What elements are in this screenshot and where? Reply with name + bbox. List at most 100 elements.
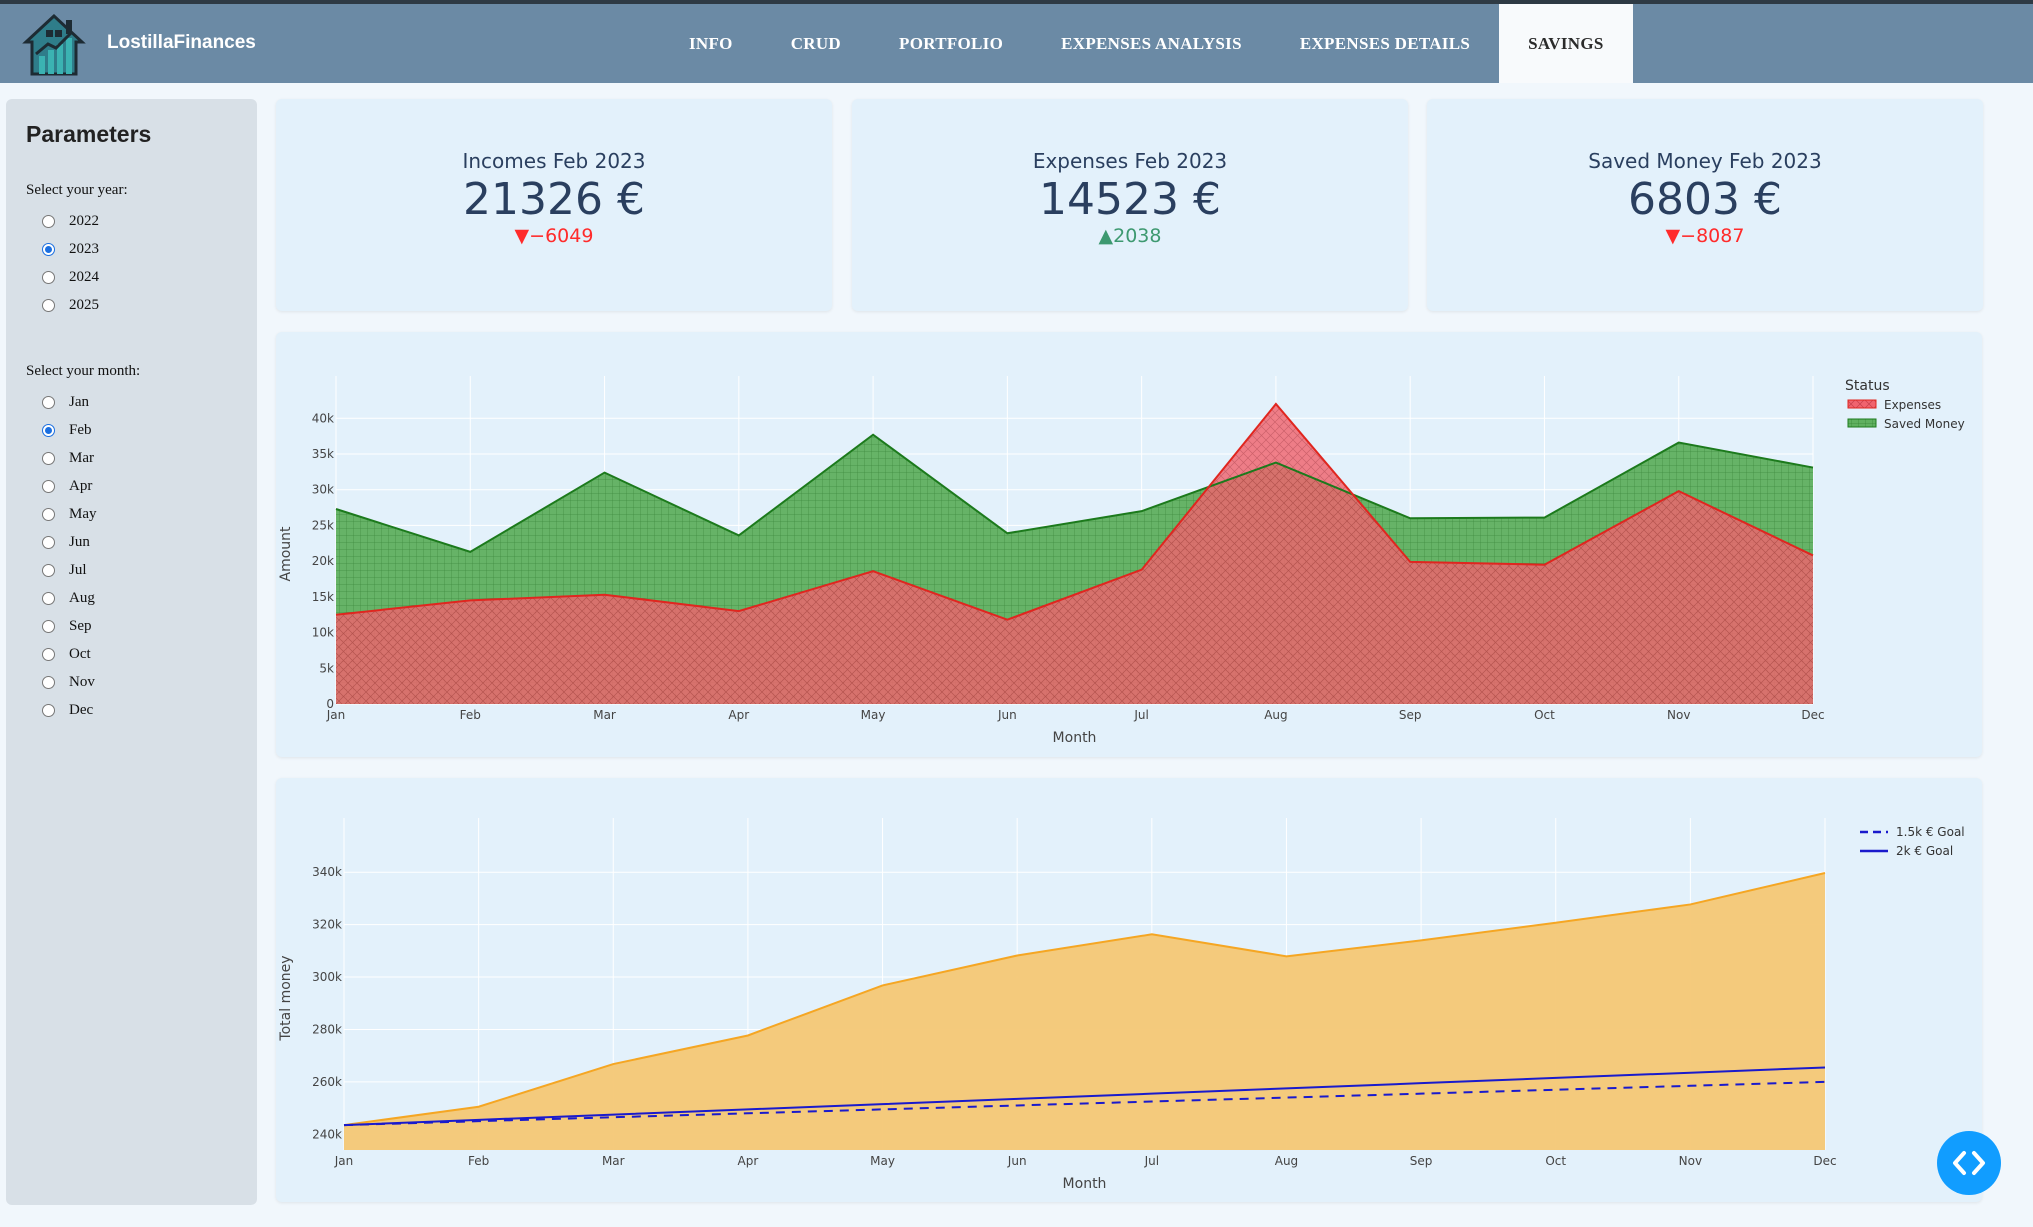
expenses-savings-area-chart[interactable]: 05k10k15k20k25k30k35k40kJan Feb Mar Apr May J… [276,332,1982,757]
month-option-jun[interactable]: Jun [26,528,237,556]
radio-label: May [69,505,97,522]
month-option-dec[interactable]: Dec [26,696,237,724]
radio-label: Mar [69,449,94,466]
y-tick-label: 260k [312,1075,342,1089]
tab-crud[interactable]: CRUD [762,4,870,83]
expenses-savings-chart-card: 0 5k 10k 15k 20k 25k 30k 35k 40k Jan Feb Mar Apr May J… [276,332,1982,757]
year-option-2024[interactable]: 2024 [26,263,237,291]
month-option-jan[interactable]: Jan [26,388,237,416]
radio-button[interactable] [42,507,55,521]
x-tick-label: Oct [1545,1154,1566,1168]
radio-label: Nov [69,673,95,690]
x-tick-label: Feb [468,1154,489,1168]
month-option-mar[interactable]: Mar [26,444,237,472]
total-money-area [344,872,1825,1150]
tab-expenses-details[interactable]: EXPENSES DETAILS [1271,4,1499,83]
radio-button[interactable] [42,242,55,256]
x-tick-label: Jan [334,1154,354,1168]
legend-label-expenses: Expenses [1884,398,1941,412]
debug-toggle-button[interactable] [1937,1131,2001,1195]
legend-swatch-saved-money [1847,418,1877,428]
month-option-feb[interactable]: Feb [26,416,237,444]
kpi-value: 6803 € [1628,174,1782,225]
radio-button[interactable] [42,298,55,312]
x-tick-label: Oct [1534,708,1555,722]
radio-button[interactable] [42,270,55,284]
x-tick-label: Jun [997,708,1017,722]
radio-button[interactable] [42,619,55,633]
month-option-nov[interactable]: Nov [26,668,237,696]
x-axis-title: Month [1063,1176,1107,1192]
kpi-card-expenses: Expenses Feb 2023 14523 € ▲2038 [852,99,1408,311]
sidebar-title: Parameters [26,121,152,147]
year-radio-group: 2022 2023 2024 2025 [26,207,237,319]
y-tick-label: 280k [312,1022,342,1036]
x-tick-label: Dec [1801,708,1824,722]
radio-button[interactable] [42,563,55,577]
radio-label: Jun [69,533,90,550]
y-tick-label: 30k [312,483,334,497]
month-option-sep[interactable]: Sep [26,612,237,640]
y-tick-label: 35k [312,447,334,461]
legend-title: Status [1845,378,1890,394]
radio-label: 2025 [69,296,99,313]
kpi-card-saved-money: Saved Money Feb 2023 6803 € ▼−8087 [1427,99,1983,311]
radio-label: 2024 [69,268,99,285]
radio-label: Dec [69,701,94,718]
x-tick-label: Aug [1275,1154,1298,1168]
house-chart-icon[interactable] [22,12,86,78]
month-radio-group: Jan Feb Mar Apr May Jun Jul Aug Sep Oct Nov Dec [26,388,237,724]
radio-button[interactable] [42,535,55,549]
brand-name[interactable]: LostillaFinances [107,32,256,54]
month-option-may[interactable]: May [26,500,237,528]
x-tick-label: Aug [1264,708,1287,722]
month-option-aug[interactable]: Aug [26,584,237,612]
radio-button[interactable] [42,395,55,409]
radio-button[interactable] [42,451,55,465]
x-tick-label: Nov [1667,708,1690,722]
tab-portfolio[interactable]: PORTFOLIO [870,4,1032,83]
x-tick-label: Dec [1813,1154,1836,1168]
total-money-area-chart[interactable]: 240k 260k 280k 300k 320k 340k Jan Feb Mar Apr May J… [276,778,1982,1202]
month-option-apr[interactable]: Apr [26,472,237,500]
kpi-title: Incomes Feb 2023 [462,149,646,173]
month-option-jul[interactable]: Jul [26,556,237,584]
x-tick-label: Mar [593,708,616,722]
y-tick-label: 340k [312,865,342,879]
year-option-2022[interactable]: 2022 [26,207,237,235]
radio-label: Apr [69,477,93,494]
radio-button[interactable] [42,423,55,437]
tab-expenses-analysis[interactable]: EXPENSES ANALYSIS [1032,4,1271,83]
kpi-title: Saved Money Feb 2023 [1588,149,1822,173]
month-option-oct[interactable]: Oct [26,640,237,668]
y-tick-label: 40k [312,411,334,425]
y-tick-label: 320k [312,918,342,932]
radio-button[interactable] [42,214,55,228]
radio-label: Feb [69,421,92,438]
radio-button[interactable] [42,647,55,661]
radio-button[interactable] [42,479,55,493]
radio-button[interactable] [42,675,55,689]
kpi-card-incomes: Incomes Feb 2023 21326 € ▼−6049 [276,99,832,311]
year-option-2023[interactable]: 2023 [26,235,237,263]
x-tick-label: Jul [1133,708,1148,722]
x-tick-label: May [870,1154,895,1168]
tab-info[interactable]: INFO [660,4,762,83]
radio-label: Oct [69,645,91,662]
total-money-chart-card: 240k 260k 280k 300k 320k 340k Jan Feb Mar Apr May J… [276,778,1982,1202]
tab-savings[interactable]: SAVINGS [1499,4,1633,83]
x-tick-label: Apr [728,708,749,722]
month-group-label: Select your month: [26,363,141,379]
kpi-value: 21326 € [463,174,645,225]
x-tick-label: Sep [1399,708,1422,722]
x-tick-label: Nov [1679,1154,1702,1168]
year-option-2025[interactable]: 2025 [26,291,237,319]
nav-tabs: INFO CRUD PORTFOLIO EXPENSES ANALYSIS EX… [660,4,1633,83]
y-tick-label: 300k [312,970,342,984]
radio-button[interactable] [42,591,55,605]
y-tick-label: 15k [312,590,334,604]
radio-label: 2023 [69,240,99,257]
radio-button[interactable] [42,703,55,717]
legend-label-goal-1-5k: 1.5k € Goal [1896,825,1965,839]
y-axis-title: Amount [278,526,294,582]
